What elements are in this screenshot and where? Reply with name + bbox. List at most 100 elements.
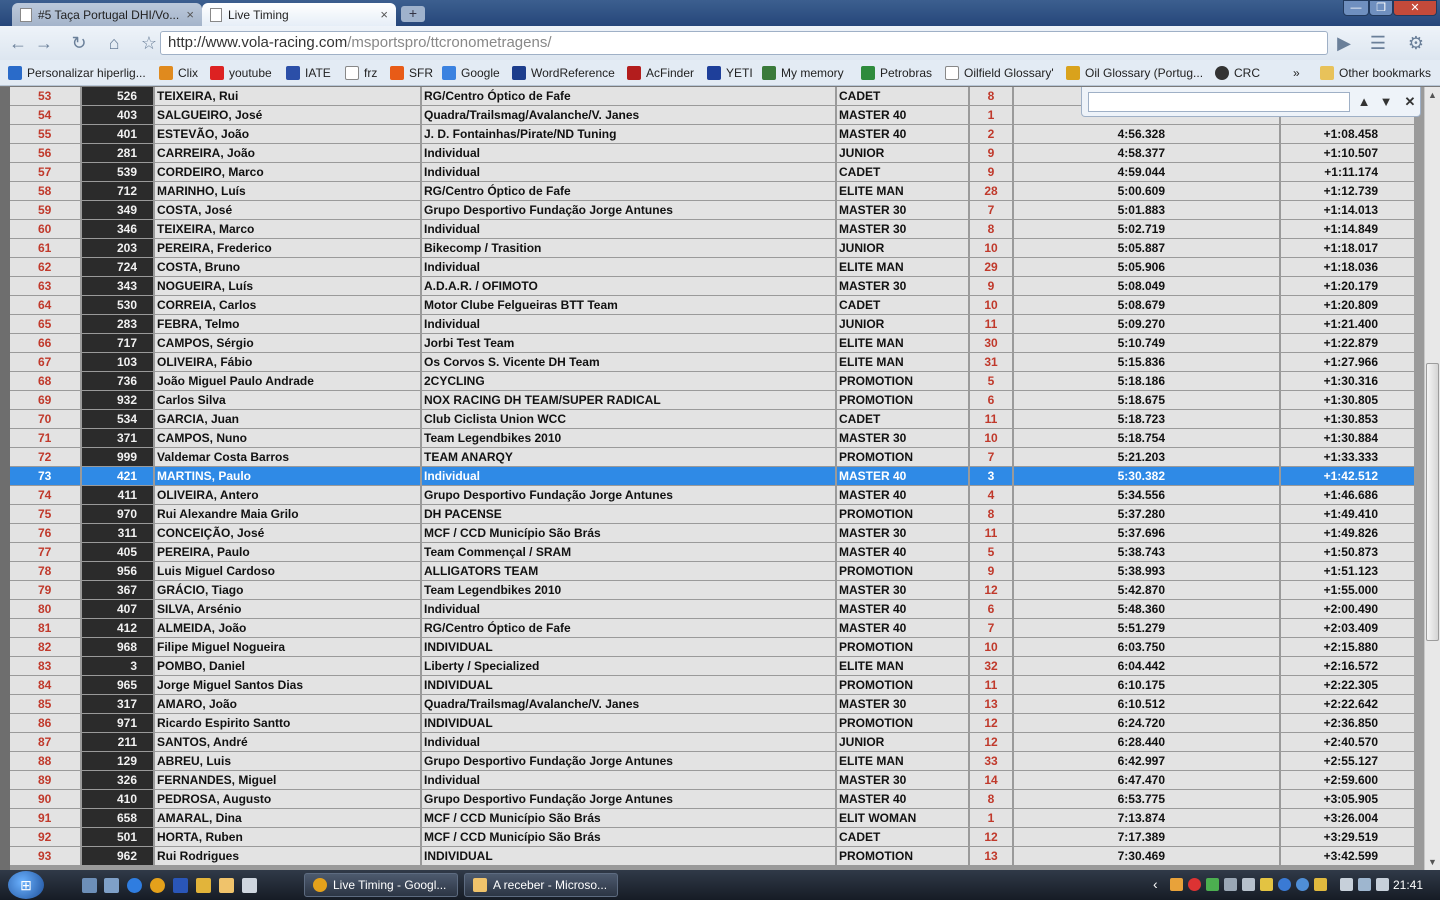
go-icon[interactable]: ▶ — [1333, 32, 1355, 54]
tray-network-icon[interactable] — [1358, 878, 1371, 891]
scroll-down-arrow[interactable]: ▼ — [1425, 854, 1440, 870]
table-row[interactable]: 65 283 FEBRA, Telmo Individual JUNIOR 11 5:09.… — [10, 315, 1414, 334]
table-row[interactable]: 79 367 GRÁCIO, Tiago Team Legendbikes 2010 M… — [10, 581, 1414, 600]
table-row[interactable]: 73 421 MARTINS, Paulo Individual MASTER 40 3 5… — [10, 467, 1414, 486]
tray-antivirus-icon[interactable] — [1188, 878, 1201, 891]
tray-app-icon[interactable] — [1170, 878, 1183, 891]
table-row[interactable]: 85 317 AMARO, João Quadra/Trailsmag/Avalanc… — [10, 695, 1414, 714]
home-icon[interactable]: ⌂ — [103, 32, 125, 54]
start-button[interactable]: ⊞ — [8, 871, 44, 899]
page-menu-icon[interactable]: ☰ — [1367, 32, 1389, 54]
table-row[interactable]: 67 103 OLIVEIRA, Fábio Os Corvos S. Vicente… — [10, 353, 1414, 372]
bookmark-sfr[interactable]: SFR — [390, 64, 433, 82]
close-icon[interactable]: ✕ — [1400, 92, 1420, 112]
table-row[interactable]: 60 346 TEIXEIRA, Marco Individual MASTER 30 8… — [10, 220, 1414, 239]
bookmark-iate[interactable]: IATE — [286, 64, 331, 82]
table-row[interactable]: 75 970 Rui Alexandre Maia Grilo DH PACENSE P… — [10, 505, 1414, 524]
table-row[interactable]: 61 203 PEREIRA, Frederico Bikecomp / Trasit… — [10, 239, 1414, 258]
tab-live-timing[interactable]: Live Timing × — [202, 3, 396, 26]
bookmark-youtube[interactable]: youtube — [210, 64, 272, 82]
table-row[interactable]: 62 724 COSTA, Bruno Individual ELITE MAN 29 5:… — [10, 258, 1414, 277]
tray-app-icon[interactable] — [1224, 878, 1237, 891]
app-icon[interactable] — [173, 878, 188, 893]
table-row[interactable]: 77 405 PEREIRA, Paulo Team Commençal / SRAM… — [10, 543, 1414, 562]
bookmark-oil-glossary[interactable]: Oil Glossary (Portug... — [1066, 64, 1203, 82]
tray-app-icon[interactable] — [1260, 878, 1273, 891]
tray-ovi-icon[interactable] — [1206, 878, 1219, 891]
chevron-down-icon[interactable]: ▼ — [1376, 92, 1396, 112]
table-row[interactable]: 81 412 ALMEIDA, João RG/Centro Óptico de Fa… — [10, 619, 1414, 638]
table-row[interactable]: 63 343 NOGUEIRA, Luís A.D.A.R. / OFIMOTO MAS… — [10, 277, 1414, 296]
table-row[interactable]: 69 932 Carlos Silva NOX RACING DH TEAM/SUPE… — [10, 391, 1414, 410]
table-row[interactable]: 58 712 MARINHO, Luís RG/Centro Óptico de Fa… — [10, 182, 1414, 201]
find-input[interactable] — [1088, 92, 1350, 112]
outlook-icon[interactable] — [219, 878, 234, 893]
address-bar[interactable]: http://www.vola-racing.com/msportspro/tt… — [160, 31, 1328, 55]
table-row[interactable]: 89 326 FERNANDES, Miguel Individual MASTER 3… — [10, 771, 1414, 790]
table-row[interactable]: 90 410 PEDROSA, Augusto Grupo Desportivo Fu… — [10, 790, 1414, 809]
chrome-icon[interactable] — [150, 878, 165, 893]
tray-app-icon[interactable] — [1278, 878, 1291, 891]
tray-power-icon[interactable] — [1340, 878, 1353, 891]
bookmark-acfinder[interactable]: AcFinder — [627, 64, 694, 82]
table-row[interactable]: 64 530 CORREIA, Carlos Motor Clube Felgueir… — [10, 296, 1414, 315]
table-row[interactable]: 82 968 Filipe Miguel Nogueira INDIVIDUAL PRO… — [10, 638, 1414, 657]
media-icon[interactable] — [196, 878, 211, 893]
bookmark-oilfield-glossary[interactable]: Oilfield Glossary' — [945, 64, 1054, 82]
tray-volume-icon[interactable] — [1376, 878, 1389, 891]
bookmark-star-icon[interactable]: ☆ — [138, 32, 160, 54]
forward-icon[interactable]: → — [33, 32, 55, 54]
wrench-icon[interactable]: ⚙ — [1405, 32, 1427, 54]
bookmark-crc[interactable]: CRC — [1215, 64, 1260, 82]
bookmark-frz[interactable]: frz — [345, 64, 377, 82]
table-row[interactable]: 56 281 CARREIRA, João Individual JUNIOR 9 4:58… — [10, 144, 1414, 163]
table-row[interactable]: 91 658 AMARAL, Dina MCF / CCD Município São… — [10, 809, 1414, 828]
table-row[interactable]: 72 999 Valdemar Costa Barros TEAM ANARQY PRO… — [10, 448, 1414, 467]
table-row[interactable]: 55 401 ESTEVÃO, João J. D. Fontainhas/Pirat… — [10, 125, 1414, 144]
bookmark-clix[interactable]: Clix — [159, 64, 198, 82]
other-bookmarks[interactable]: Other bookmarks — [1320, 64, 1431, 82]
table-row[interactable]: 87 211 SANTOS, André Individual JUNIOR 12 6:28… — [10, 733, 1414, 752]
table-row[interactable]: 83 3 POMBO, Daniel Liberty / Specialized ELI… — [10, 657, 1414, 676]
bookmark-yeti[interactable]: YETI — [707, 64, 753, 82]
table-row[interactable]: 59 349 COSTA, José Grupo Desportivo Fundaçã… — [10, 201, 1414, 220]
show-desktop-icon[interactable] — [82, 878, 97, 893]
bookmark-wordreference[interactable]: WordReference — [512, 64, 615, 82]
notes-icon[interactable] — [242, 878, 257, 893]
task-outlook[interactable]: A receber - Microso... — [464, 873, 618, 897]
vertical-scrollbar[interactable]: ▲ ▼ — [1424, 87, 1440, 870]
new-tab-button[interactable]: + — [401, 6, 425, 22]
scroll-up-arrow[interactable]: ▲ — [1425, 87, 1440, 103]
bookmark-google[interactable]: Google — [442, 64, 500, 82]
table-row[interactable]: 86 971 Ricardo Espirito Santto INDIVIDUAL PR… — [10, 714, 1414, 733]
tray-app-icon[interactable] — [1296, 878, 1309, 891]
chevron-up-icon[interactable]: ▲ — [1354, 92, 1374, 112]
table-row[interactable]: 66 717 CAMPOS, Sérgio Jorbi Test Team ELITE … — [10, 334, 1414, 353]
table-row[interactable]: 74 411 OLIVEIRA, Antero Grupo Desportivo Fu… — [10, 486, 1414, 505]
table-row[interactable]: 68 736 João Miguel Paulo Andrade 2CYCLING PR… — [10, 372, 1414, 391]
reload-icon[interactable]: ↻ — [68, 32, 90, 54]
close-icon[interactable]: × — [380, 7, 388, 22]
close-icon[interactable]: × — [186, 7, 194, 22]
ie-icon[interactable] — [127, 878, 142, 893]
window-close-button[interactable]: ✕ — [1393, 0, 1437, 16]
bookmark-petrobras[interactable]: Petrobras — [861, 64, 932, 82]
table-row[interactable]: 57 539 CORDEIRO, Marco Individual CADET 9 4:59… — [10, 163, 1414, 182]
tray-app-icon[interactable] — [1314, 878, 1327, 891]
tray-app-icon[interactable] — [1242, 878, 1255, 891]
task-live-timing[interactable]: Live Timing - Googl... — [304, 873, 458, 897]
table-row[interactable]: 76 311 CONCEIÇÃO, José MCF / CCD Município … — [10, 524, 1414, 543]
table-row[interactable]: 88 129 ABREU, Luis Grupo Desportivo Fundaçã… — [10, 752, 1414, 771]
table-row[interactable]: 70 534 GARCIA, Juan Club Ciclista Union WCC… — [10, 410, 1414, 429]
bookmarks-overflow[interactable]: » — [1293, 64, 1300, 82]
table-row[interactable]: 93 962 Rui Rodrigues INDIVIDUAL PROMOTION 13 7… — [10, 847, 1414, 866]
tray-expand-icon[interactable]: ‹ — [1153, 876, 1158, 892]
minimize-button[interactable]: — — [1343, 0, 1369, 16]
bookmark-my-memory[interactable]: My memory — [762, 64, 844, 82]
table-row[interactable]: 84 965 Jorge Miguel Santos Dias INDIVIDUAL P… — [10, 676, 1414, 695]
tab-taca-portugal[interactable]: #5 Taça Portugal DHI/Vo... × — [12, 3, 202, 26]
maximize-button[interactable]: ❐ — [1369, 0, 1393, 16]
bookmark-personalizar[interactable]: Personalizar hiperlig... — [8, 64, 146, 82]
scroll-thumb[interactable] — [1426, 363, 1439, 641]
computer-icon[interactable] — [104, 878, 119, 893]
